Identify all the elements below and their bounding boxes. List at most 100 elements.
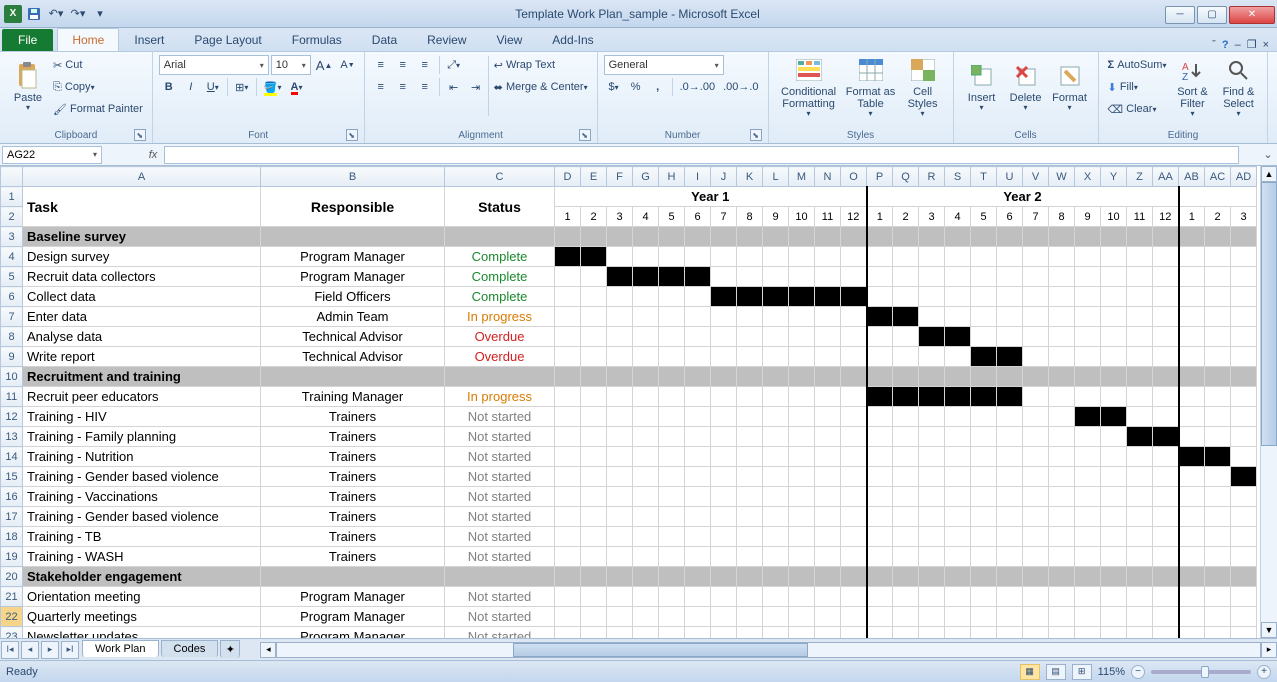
col-header-N[interactable]: N [815,167,841,187]
cell-g15-16[interactable] [971,467,997,487]
cell-g13-20[interactable] [1075,427,1101,447]
cell-g8-17[interactable] [997,327,1023,347]
cell-g13-11[interactable] [841,427,867,447]
tab-insert[interactable]: Insert [119,28,179,51]
cell-g19-6[interactable] [711,547,737,567]
cell-g5-15[interactable] [945,267,971,287]
cell-g16-0[interactable] [555,487,581,507]
cell-month-9[interactable]: 10 [789,207,815,227]
font-dialog-icon[interactable]: ⬊ [346,129,358,141]
copy-button[interactable]: ⎘ Copy▾ [50,77,98,97]
cell-g15-21[interactable] [1101,467,1127,487]
cell-A16[interactable]: Training - Vaccinations [23,487,261,507]
cell-g6-25[interactable] [1205,287,1231,307]
cell-g18-3[interactable] [633,527,659,547]
cell-month-2[interactable]: 3 [607,207,633,227]
cell-g20-23[interactable] [1153,567,1179,587]
cell-A8[interactable]: Analyse data [23,327,261,347]
cell-g7-14[interactable] [919,307,945,327]
cell-g10-13[interactable] [893,367,919,387]
row-header-16[interactable]: 16 [1,487,23,507]
cell-g23-17[interactable] [997,627,1023,639]
cell-g17-10[interactable] [815,507,841,527]
cell-g12-1[interactable] [581,407,607,427]
cell-g7-3[interactable] [633,307,659,327]
cell-g23-20[interactable] [1075,627,1101,639]
row-header-15[interactable]: 15 [1,467,23,487]
cell-B23[interactable]: Program Manager [261,627,445,639]
maximize-button[interactable]: ▢ [1197,6,1227,24]
cell-B6[interactable]: Field Officers [261,287,445,307]
cell-g15-1[interactable] [581,467,607,487]
cell-g20-3[interactable] [633,567,659,587]
cell-g12-20[interactable] [1075,407,1101,427]
cell-g13-16[interactable] [971,427,997,447]
cell-A5[interactable]: Recruit data collectors [23,267,261,287]
cell-g20-18[interactable] [1023,567,1049,587]
cell-month-24[interactable]: 1 [1179,207,1205,227]
cell-g16-15[interactable] [945,487,971,507]
cell-g11-12[interactable] [867,387,893,407]
cell-g12-15[interactable] [945,407,971,427]
cell-g10-16[interactable] [971,367,997,387]
cell-g4-15[interactable] [945,247,971,267]
cell-g22-5[interactable] [685,607,711,627]
cell-g14-5[interactable] [685,447,711,467]
cell-g11-17[interactable] [997,387,1023,407]
row-header-18[interactable]: 18 [1,527,23,547]
cell-A21[interactable]: Orientation meeting [23,587,261,607]
format-as-table-button[interactable]: Format as Table▾ [843,54,899,120]
page-break-view-button[interactable]: ⊞ [1072,664,1092,680]
cell-g12-21[interactable] [1101,407,1127,427]
wrap-text-button[interactable]: ↩ Wrap Text [491,55,558,75]
cell-A20[interactable]: Stakeholder engagement [23,567,261,587]
cell-g12-18[interactable] [1023,407,1049,427]
cell-g10-11[interactable] [841,367,867,387]
cell-g11-14[interactable] [919,387,945,407]
cell-g16-5[interactable] [685,487,711,507]
cell-B16[interactable]: Trainers [261,487,445,507]
cell-g18-12[interactable] [867,527,893,547]
cell-g13-12[interactable] [867,427,893,447]
cell-g18-17[interactable] [997,527,1023,547]
cell-g14-16[interactable] [971,447,997,467]
cell-g7-26[interactable] [1231,307,1257,327]
cell-g3-6[interactable] [711,227,737,247]
cell-g5-20[interactable] [1075,267,1101,287]
cell-g18-8[interactable] [763,527,789,547]
col-header-AA[interactable]: AA [1153,167,1179,187]
cell-g23-9[interactable] [789,627,815,639]
cell-g16-1[interactable] [581,487,607,507]
cell-g13-21[interactable] [1101,427,1127,447]
sort-filter-button[interactable]: AZSort & Filter▾ [1169,54,1215,120]
cell-g20-11[interactable] [841,567,867,587]
cell-g17-15[interactable] [945,507,971,527]
cell-month-4[interactable]: 5 [659,207,685,227]
cell-g4-26[interactable] [1231,247,1257,267]
cell-g9-22[interactable] [1127,347,1153,367]
cell-g8-2[interactable] [607,327,633,347]
cell-g21-12[interactable] [867,587,893,607]
cell-month-26[interactable]: 3 [1231,207,1257,227]
cell-g23-13[interactable] [893,627,919,639]
cell-g4-13[interactable] [893,247,919,267]
cell-B9[interactable]: Technical Advisor [261,347,445,367]
cell-g7-17[interactable] [997,307,1023,327]
row-header-19[interactable]: 19 [1,547,23,567]
cell-g15-20[interactable] [1075,467,1101,487]
cell-g17-13[interactable] [893,507,919,527]
decrease-decimal-button[interactable]: .00→.0 [720,77,761,97]
cell-g8-18[interactable] [1023,327,1049,347]
cell-g9-23[interactable] [1153,347,1179,367]
cell-g20-14[interactable] [919,567,945,587]
cell-g21-3[interactable] [633,587,659,607]
cell-g17-11[interactable] [841,507,867,527]
cell-g10-9[interactable] [789,367,815,387]
cell-g21-15[interactable] [945,587,971,607]
cell-g22-14[interactable] [919,607,945,627]
cell-g23-6[interactable] [711,627,737,639]
help-icon[interactable]: ? [1222,39,1229,51]
cell-g4-18[interactable] [1023,247,1049,267]
cell-g9-21[interactable] [1101,347,1127,367]
cell-g14-18[interactable] [1023,447,1049,467]
